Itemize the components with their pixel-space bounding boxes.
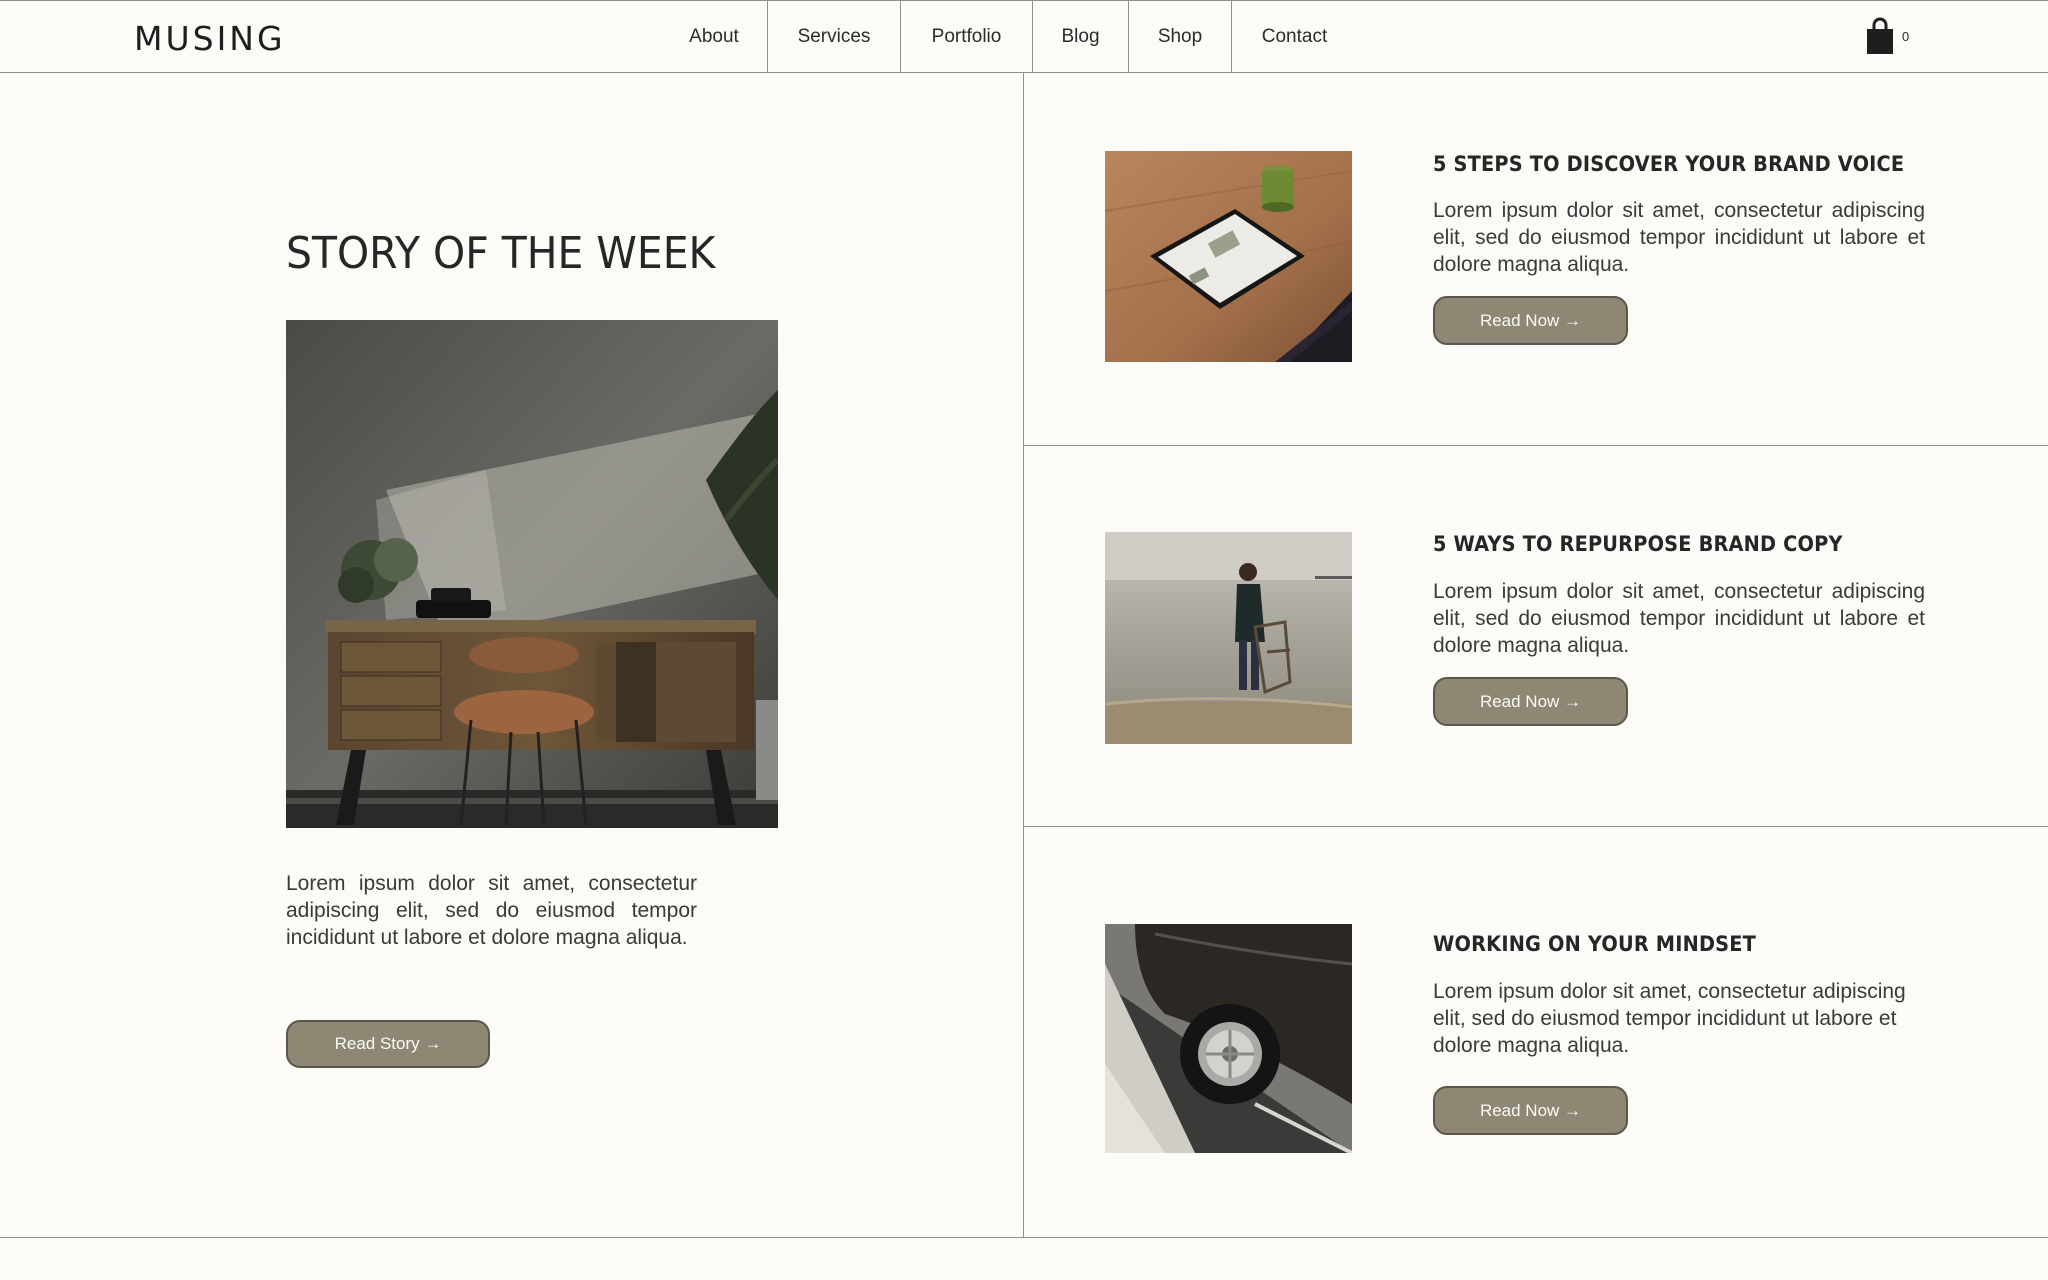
article-image[interactable]	[1105, 924, 1352, 1153]
featured-heading: STORY OF THE WEEK	[286, 228, 716, 279]
row-divider	[1024, 826, 2048, 827]
nav-item-shop[interactable]: Shop	[1129, 1, 1232, 73]
main-nav: About Services Portfolio Blog Shop Conta…	[661, 1, 1357, 73]
article-title[interactable]: WORKING ON YOUR MINDSET	[1433, 932, 1756, 956]
footer-divider	[0, 1237, 2048, 1238]
vintage-car-wheel-photo	[1105, 924, 1352, 1153]
read-now-button[interactable]: Read Now →	[1433, 1086, 1628, 1135]
nav-item-portfolio[interactable]: Portfolio	[901, 1, 1033, 73]
site-logo[interactable]: MUSING	[134, 19, 286, 58]
article-excerpt: Lorem ipsum dolor sit amet, consectetur …	[1433, 980, 1906, 1057]
cart-count: 0	[1902, 29, 1910, 44]
read-now-button[interactable]: Read Now →	[1433, 296, 1628, 345]
article-image[interactable]	[1105, 151, 1352, 362]
cart-button[interactable]: 0	[1866, 17, 1909, 55]
nav-item-blog[interactable]: Blog	[1033, 1, 1129, 73]
read-now-button[interactable]: Read Now →	[1433, 677, 1628, 726]
article-excerpt: Lorem ipsum dolor sit amet, consectetur …	[1433, 199, 1925, 276]
woman-with-chair-on-beach-photo	[1105, 532, 1352, 744]
article-title[interactable]: 5 WAYS TO REPURPOSE BRAND COPY	[1433, 532, 1843, 556]
desk-with-chair-and-plants-photo	[286, 320, 778, 828]
row-divider	[1024, 445, 2048, 446]
nav-item-services[interactable]: Services	[768, 1, 901, 73]
read-story-button[interactable]: Read Story →	[286, 1020, 490, 1068]
nav-item-about[interactable]: About	[661, 1, 768, 73]
article-title[interactable]: 5 STEPS TO DISCOVER YOUR BRAND VOICE	[1433, 152, 1904, 176]
featured-image[interactable]	[286, 320, 778, 828]
article-image[interactable]	[1105, 532, 1352, 744]
nav-item-contact[interactable]: Contact	[1232, 1, 1357, 73]
tablet-on-wooden-table-photo	[1105, 151, 1352, 362]
site-header: MUSING About Services Portfolio Blog Sho…	[0, 0, 2048, 73]
shopping-bag-icon	[1867, 17, 1893, 54]
article-excerpt: Lorem ipsum dolor sit amet, consectetur …	[1433, 580, 1925, 657]
featured-excerpt: Lorem ipsum dolor sit amet, consectetur …	[286, 872, 697, 949]
column-divider	[1023, 73, 1024, 1237]
